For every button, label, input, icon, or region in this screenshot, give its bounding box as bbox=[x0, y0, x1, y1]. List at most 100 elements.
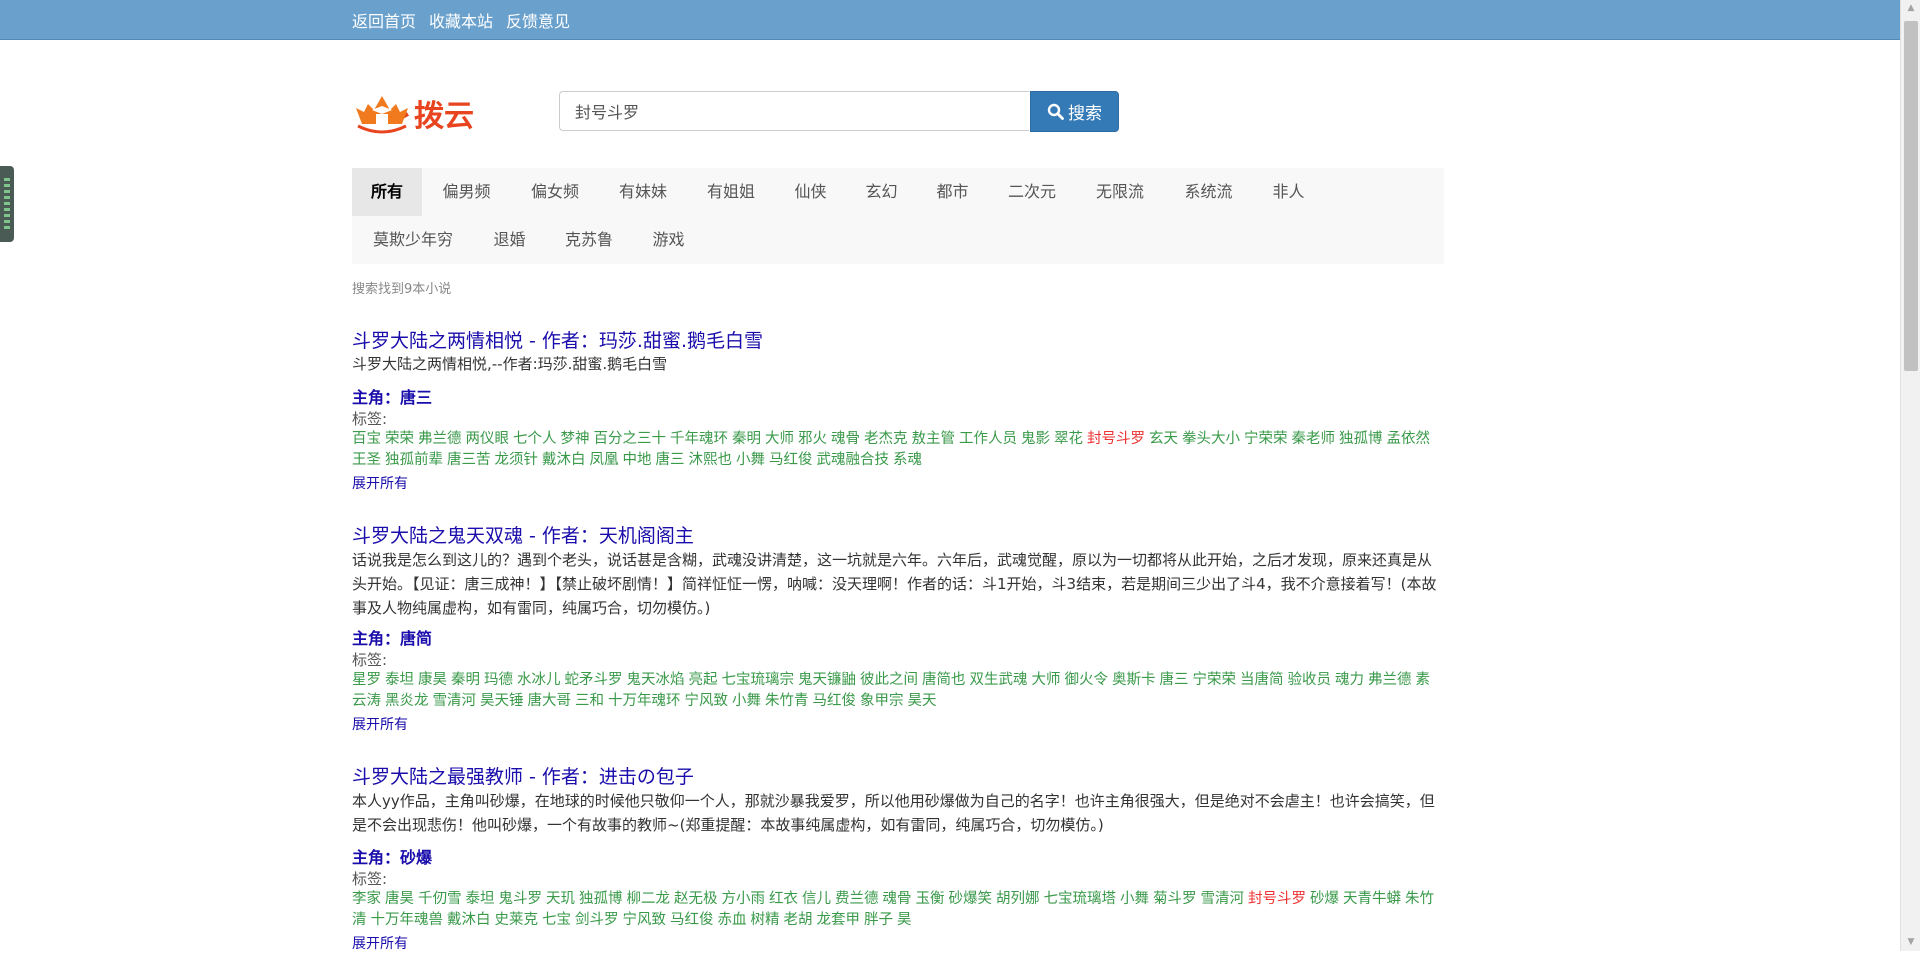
tag[interactable]: 雪清河 bbox=[1201, 891, 1245, 907]
tag[interactable]: 康昊 bbox=[418, 672, 447, 688]
tag[interactable]: 红衣 bbox=[769, 891, 798, 907]
expand-all-link[interactable]: 展开所有 bbox=[352, 714, 408, 734]
tag[interactable]: 沐熙也 bbox=[689, 452, 733, 468]
tag[interactable]: 独孤前辈 bbox=[385, 452, 443, 468]
tag[interactable]: 宁风致 bbox=[623, 912, 667, 928]
tag[interactable]: 马红俊 bbox=[813, 693, 857, 709]
category-acg[interactable]: 二次元 bbox=[988, 168, 1076, 216]
tag[interactable]: 独孤博 bbox=[1339, 431, 1383, 447]
tag[interactable]: 天青牛蟒 bbox=[1343, 891, 1401, 907]
tag[interactable]: 小舞 bbox=[732, 693, 761, 709]
tag[interactable]: 封号斗罗 bbox=[1248, 891, 1306, 907]
tag[interactable]: 两仪眼 bbox=[466, 431, 510, 447]
tag[interactable]: 百宝 bbox=[352, 431, 381, 447]
tag[interactable]: 剑斗罗 bbox=[575, 912, 619, 928]
tag[interactable]: 戴沐白 bbox=[542, 452, 586, 468]
tag[interactable]: 当唐简 bbox=[1240, 672, 1284, 688]
category-infinite[interactable]: 无限流 bbox=[1076, 168, 1164, 216]
tag[interactable]: 御火令 bbox=[1065, 672, 1109, 688]
tag[interactable]: 柳二龙 bbox=[627, 891, 671, 907]
tag[interactable]: 验收员 bbox=[1288, 672, 1332, 688]
tag[interactable]: 胖子 bbox=[864, 912, 893, 928]
category-elder-sister[interactable]: 有姐姐 bbox=[687, 168, 775, 216]
category-nonhuman[interactable]: 非人 bbox=[1253, 168, 1324, 216]
page-scrollbar[interactable]: ▲ ▼ bbox=[1900, 0, 1920, 951]
tag[interactable]: 蛇矛斗罗 bbox=[565, 672, 623, 688]
tag[interactable]: 费兰德 bbox=[835, 891, 879, 907]
tag[interactable]: 老杰克 bbox=[864, 431, 908, 447]
tag[interactable]: 千年魂环 bbox=[670, 431, 728, 447]
tag[interactable]: 赤血 bbox=[718, 912, 747, 928]
scroll-up-icon[interactable]: ▲ bbox=[1901, 0, 1920, 17]
tag[interactable]: 中地 bbox=[623, 452, 652, 468]
tag[interactable]: 老胡 bbox=[784, 912, 813, 928]
tag[interactable]: 魂骨 bbox=[883, 891, 912, 907]
tag[interactable]: 百分之三十 bbox=[594, 431, 667, 447]
tag[interactable]: 鬼斗罗 bbox=[499, 891, 543, 907]
category-game[interactable]: 游戏 bbox=[633, 216, 704, 264]
tag[interactable]: 宁荣荣 bbox=[1193, 672, 1237, 688]
category-xuanhuan[interactable]: 玄幻 bbox=[846, 168, 917, 216]
expand-all-link[interactable]: 展开所有 bbox=[352, 473, 408, 493]
category-broken-engagement[interactable]: 退婚 bbox=[474, 216, 545, 264]
tag[interactable]: 王圣 bbox=[352, 452, 381, 468]
tag[interactable]: 唐简也 bbox=[922, 672, 966, 688]
tag[interactable]: 彼此之间 bbox=[860, 672, 918, 688]
tag[interactable]: 秦老师 bbox=[1292, 431, 1336, 447]
tag[interactable]: 大师 bbox=[1032, 672, 1061, 688]
tag[interactable]: 戴沐白 bbox=[447, 912, 491, 928]
tag[interactable]: 玉衡 bbox=[916, 891, 945, 907]
tag[interactable]: 水冰儿 bbox=[517, 672, 561, 688]
category-male[interactable]: 偏男频 bbox=[422, 168, 511, 216]
category-underdog[interactable]: 莫欺少年穷 bbox=[352, 216, 474, 264]
tag[interactable]: 李家 bbox=[352, 891, 381, 907]
tag[interactable]: 唐三 bbox=[656, 452, 685, 468]
tag[interactable]: 唐昊 bbox=[385, 891, 414, 907]
tag[interactable]: 弗兰德 bbox=[418, 431, 462, 447]
tag[interactable]: 七宝琉璃宗 bbox=[722, 672, 795, 688]
expand-all-link[interactable]: 展开所有 bbox=[352, 933, 408, 953]
tag[interactable]: 梦神 bbox=[561, 431, 590, 447]
tag[interactable]: 天玑 bbox=[546, 891, 575, 907]
tag[interactable]: 鬼影 bbox=[1021, 431, 1050, 447]
tag[interactable]: 唐三苦 bbox=[447, 452, 491, 468]
tag[interactable]: 玄天 bbox=[1149, 431, 1178, 447]
tag[interactable]: 魂骨 bbox=[831, 431, 860, 447]
tag[interactable]: 雪清河 bbox=[433, 693, 477, 709]
search-button[interactable]: 搜索 bbox=[1030, 91, 1119, 132]
tag[interactable]: 凤凰 bbox=[590, 452, 619, 468]
tag[interactable]: 弗兰德 bbox=[1368, 672, 1412, 688]
tag[interactable]: 史莱克 bbox=[495, 912, 539, 928]
tag[interactable]: 泰坦 bbox=[466, 891, 495, 907]
tag[interactable]: 赵无极 bbox=[674, 891, 718, 907]
tag[interactable]: 胡列娜 bbox=[996, 891, 1040, 907]
tag[interactable]: 工作人员 bbox=[959, 431, 1017, 447]
site-logo[interactable]: 拨云 bbox=[354, 84, 502, 140]
tag[interactable]: 敖主管 bbox=[912, 431, 956, 447]
tag[interactable]: 孟依然 bbox=[1387, 431, 1431, 447]
tag[interactable]: 龙套甲 bbox=[817, 912, 861, 928]
result-title-link[interactable]: 斗罗大陆之最强教师 - 作者：进击の包子 bbox=[352, 762, 694, 789]
nav-home-link[interactable]: 返回首页 bbox=[352, 8, 416, 32]
tag[interactable]: 小舞 bbox=[736, 452, 765, 468]
tag[interactable]: 方小雨 bbox=[722, 891, 766, 907]
tag[interactable]: 星罗 bbox=[352, 672, 381, 688]
tag[interactable]: 黑炎龙 bbox=[385, 693, 429, 709]
result-title-link[interactable]: 斗罗大陆之鬼天双魂 - 作者：天机阁阁主 bbox=[352, 521, 694, 548]
tag[interactable]: 独孤博 bbox=[579, 891, 623, 907]
tag[interactable]: 系魂 bbox=[893, 452, 922, 468]
category-cthulhu[interactable]: 克苏鲁 bbox=[545, 216, 633, 264]
category-urban[interactable]: 都市 bbox=[917, 168, 988, 216]
tag[interactable]: 昊 bbox=[897, 912, 912, 928]
nav-feedback-link[interactable]: 反馈意见 bbox=[506, 8, 570, 32]
tag[interactable]: 魂力 bbox=[1335, 672, 1364, 688]
tag[interactable]: 秦明 bbox=[451, 672, 480, 688]
category-female[interactable]: 偏女频 bbox=[511, 168, 599, 216]
tag[interactable]: 奥斯卡 bbox=[1112, 672, 1156, 688]
tag[interactable]: 昊天 bbox=[908, 693, 937, 709]
category-all[interactable]: 所有 bbox=[352, 168, 422, 216]
tag[interactable]: 玛德 bbox=[484, 672, 513, 688]
tag[interactable]: 鬼天冰焰 bbox=[627, 672, 685, 688]
tag[interactable]: 封号斗罗 bbox=[1087, 431, 1145, 447]
scroll-thumb[interactable] bbox=[1904, 21, 1918, 371]
